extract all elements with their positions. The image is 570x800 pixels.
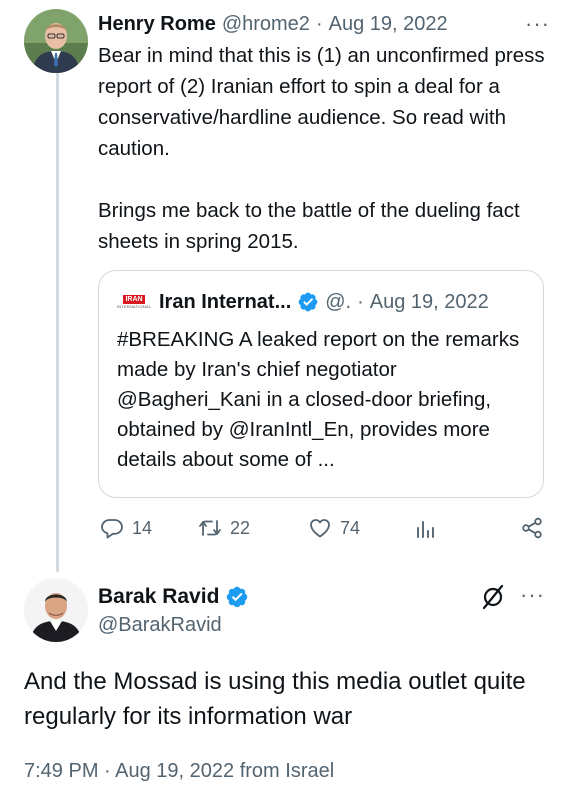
- share-button[interactable]: [520, 516, 544, 540]
- tweet1-action-bar: 14 22 74: [100, 516, 548, 552]
- logo-text-bottom: INTERNATIONAL: [116, 304, 152, 309]
- reply-count: 14: [132, 517, 153, 538]
- logo-text-top: IRAN: [123, 295, 145, 304]
- retweet-icon: [199, 520, 221, 536]
- avatar-barak-ravid[interactable]: [24, 578, 88, 642]
- tweet2-author-name[interactable]: Barak Ravid: [98, 585, 219, 609]
- tweet2-author-row: Barak Ravid: [98, 582, 249, 612]
- verified-badge-icon: [225, 585, 249, 609]
- more-horizontal-icon[interactable]: ···: [525, 13, 550, 35]
- quoted-author-handle: @.: [325, 290, 352, 313]
- tweet2-text: And the Mossad is using this media outle…: [24, 668, 526, 730]
- retweet-button[interactable]: 22: [198, 516, 250, 540]
- quoted-tweet-text: #BREAKING A leaked report on the remarks…: [117, 328, 520, 471]
- quoted-date: Aug 19, 2022: [369, 290, 489, 313]
- tweet1-text: Bear in mind that this is (1) an unconfi…: [98, 40, 548, 257]
- quoted-tweet-header: IRAN INTERNATIONAL Iran Internat... @. ·…: [117, 287, 529, 317]
- tweet1-header: Henry Rome @hrome2 · Aug 19, 2022 ···: [98, 10, 550, 38]
- tweet1-author-handle[interactable]: @hrome2: [222, 13, 310, 36]
- grok-icon[interactable]: [478, 582, 508, 612]
- quoted-separator: ·: [357, 290, 364, 313]
- avatar-henry-rome[interactable]: [24, 9, 88, 73]
- views-bar-chart-icon: [417, 521, 434, 538]
- tweet2-author-handle[interactable]: @BarakRavid: [98, 614, 222, 637]
- retweet-count: 22: [230, 517, 251, 538]
- iran-international-logo: IRAN INTERNATIONAL: [117, 291, 151, 313]
- tweet1-paragraph-2: Brings me back to the battle of the duel…: [98, 199, 520, 253]
- reply-button[interactable]: 14: [100, 516, 152, 540]
- tweet1-separator: ·: [315, 12, 323, 35]
- quoted-tweet-card[interactable]: IRAN INTERNATIONAL Iran Internat... @. ·…: [98, 270, 544, 498]
- thread-connector-line: [56, 72, 59, 572]
- tweet1-author-name[interactable]: Henry Rome: [98, 13, 216, 36]
- quoted-author-name: Iran Internat...: [159, 290, 292, 313]
- views-button[interactable]: [414, 516, 438, 540]
- verified-badge-icon: [297, 291, 319, 313]
- reply-icon: [101, 519, 123, 539]
- share-icon: [522, 517, 542, 539]
- heart-icon: [310, 519, 330, 538]
- more-horizontal-icon[interactable]: ···: [520, 582, 545, 608]
- tweet2-timestamp-footer[interactable]: 7:49 PM · Aug 19, 2022 from Israel: [24, 760, 334, 783]
- tweet1-date[interactable]: Aug 19, 2022: [329, 13, 448, 36]
- tweet1-paragraph-1: Bear in mind that this is (1) an unconfi…: [98, 44, 545, 160]
- like-count: 74: [340, 517, 361, 538]
- like-button[interactable]: 74: [308, 516, 360, 540]
